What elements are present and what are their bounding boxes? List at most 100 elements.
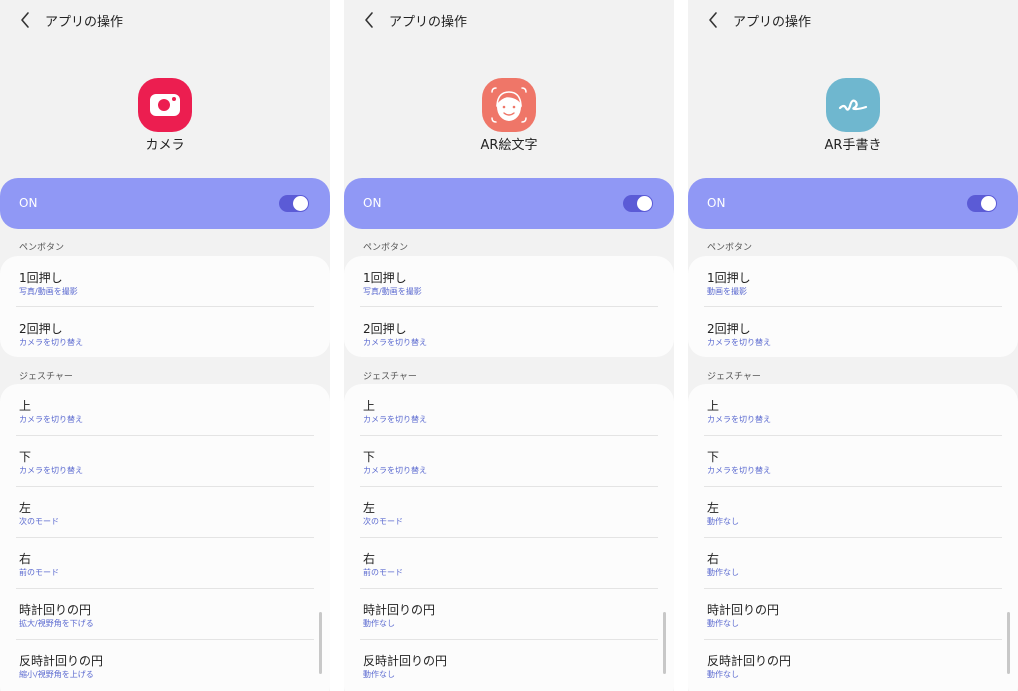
row-title: 時計回りの円 [19, 603, 92, 617]
row-subtitle: カメラを切り替え [363, 466, 427, 475]
back-arrow-icon[interactable] [18, 10, 34, 30]
row-gesture-clockwise[interactable]: 時計回りの円 動作なし [688, 588, 1018, 639]
on-label: ON [363, 196, 382, 210]
gesture-card: 上 カメラを切り替え 下 カメラを切り替え 左 次のモード 右 前のモード 時計… [344, 384, 674, 691]
row-subtitle: カメラを切り替え [19, 415, 83, 424]
row-subtitle: 次のモード [363, 517, 403, 526]
toggle-knob [981, 196, 996, 211]
row-subtitle: カメラを切り替え [363, 338, 427, 347]
row-gesture-down[interactable]: 下 カメラを切り替え [0, 435, 330, 486]
back-arrow-icon[interactable] [706, 10, 722, 30]
row-title: 時計回りの円 [363, 603, 436, 617]
on-label: ON [707, 196, 726, 210]
camera-icon [138, 78, 192, 132]
row-subtitle: 動作なし [707, 517, 739, 526]
on-toggle-bar[interactable]: ON [344, 178, 674, 229]
row-subtitle: 動作なし [707, 670, 739, 679]
row-gesture-up[interactable]: 上 カメラを切り替え [344, 384, 674, 435]
scrollbar[interactable] [663, 612, 666, 674]
pen-button-card: 1回押し 写真/動画を撮影 2回押し カメラを切り替え [344, 256, 674, 357]
pen-section-label: ペンボタン [707, 243, 753, 253]
row-subtitle: 動作なし [707, 619, 739, 628]
row-title: 上 [19, 399, 32, 413]
on-label: ON [19, 196, 38, 210]
row-subtitle: 動作なし [707, 568, 739, 577]
row-gesture-counterclockwise[interactable]: 反時計回りの円 動作なし [344, 639, 674, 690]
row-subtitle: 写真/動画を撮影 [19, 287, 78, 296]
toggle-switch[interactable] [623, 195, 653, 212]
row-subtitle: カメラを切り替え [707, 415, 771, 424]
toggle-knob [293, 196, 308, 211]
page-title: アプリの操作 [45, 15, 124, 30]
row-gesture-up[interactable]: 上 カメラを切り替え [688, 384, 1018, 435]
screen-ar-emoji: アプリの操作 AR絵文字 ON ペンボタン 1回押し 写真/動画を撮影 2回押し… [344, 0, 674, 691]
row-double-press[interactable]: 2回押し カメラを切り替え [0, 307, 330, 358]
row-double-press[interactable]: 2回押し カメラを切り替え [344, 307, 674, 358]
page-title: アプリの操作 [733, 15, 812, 30]
app-name: カメラ [145, 138, 185, 153]
on-toggle-bar[interactable]: ON [0, 178, 330, 229]
row-gesture-counterclockwise[interactable]: 反時計回りの円 動作なし [688, 639, 1018, 690]
row-subtitle: 縮小/視野角を上げる [19, 670, 94, 679]
row-double-press[interactable]: 2回押し カメラを切り替え [688, 307, 1018, 358]
gesture-section-label: ジェスチャー [707, 372, 761, 382]
row-title: 反時計回りの円 [363, 654, 448, 668]
row-title: 右 [363, 552, 376, 566]
row-gesture-right[interactable]: 右 前のモード [0, 537, 330, 588]
pen-button-card: 1回押し 写真/動画を撮影 2回押し カメラを切り替え [0, 256, 330, 357]
row-gesture-left[interactable]: 左 動作なし [688, 486, 1018, 537]
app-name: AR手書き [824, 138, 882, 153]
toggle-switch[interactable] [967, 195, 997, 212]
row-title: 時計回りの円 [707, 603, 780, 617]
row-gesture-clockwise[interactable]: 時計回りの円 拡大/視野角を下げる [0, 588, 330, 639]
row-title: 下 [363, 450, 376, 464]
on-toggle-bar[interactable]: ON [688, 178, 1018, 229]
row-gesture-right[interactable]: 右 動作なし [688, 537, 1018, 588]
row-title: 反時計回りの円 [19, 654, 104, 668]
row-title: 反時計回りの円 [707, 654, 792, 668]
row-gesture-clockwise[interactable]: 時計回りの円 動作なし [344, 588, 674, 639]
row-gesture-down[interactable]: 下 カメラを切り替え [688, 435, 1018, 486]
screen-ar-doodle: アプリの操作 AR手書き ON ペンボタン 1回押し 動画を撮影 2回押し カメ… [688, 0, 1018, 691]
header: アプリの操作 [344, 0, 674, 40]
row-subtitle: 動画を撮影 [707, 287, 747, 296]
gesture-card: 上 カメラを切り替え 下 カメラを切り替え 左 動作なし 右 動作なし 時計回り… [688, 384, 1018, 691]
gesture-card: 上 カメラを切り替え 下 カメラを切り替え 左 次のモード 右 前のモード 時計… [0, 384, 330, 691]
row-gesture-left[interactable]: 左 次のモード [344, 486, 674, 537]
gesture-section-label: ジェスチャー [19, 372, 73, 382]
pen-section-label: ペンボタン [363, 243, 409, 253]
row-title: 左 [19, 501, 32, 515]
row-single-press[interactable]: 1回押し 写真/動画を撮影 [0, 256, 330, 307]
row-subtitle: 前のモード [363, 568, 403, 577]
page-title: アプリの操作 [389, 15, 468, 30]
row-gesture-right[interactable]: 右 前のモード [344, 537, 674, 588]
row-title: 2回押し [363, 322, 407, 336]
scrollbar[interactable] [1007, 612, 1010, 674]
row-title: 1回押し [363, 271, 407, 285]
toggle-switch[interactable] [279, 195, 309, 212]
row-single-press[interactable]: 1回押し 写真/動画を撮影 [344, 256, 674, 307]
row-title: 右 [707, 552, 720, 566]
row-gesture-up[interactable]: 上 カメラを切り替え [0, 384, 330, 435]
row-subtitle: 写真/動画を撮影 [363, 287, 422, 296]
pen-button-card: 1回押し 動画を撮影 2回押し カメラを切り替え [688, 256, 1018, 357]
row-subtitle: 動作なし [363, 619, 395, 628]
toggle-knob [637, 196, 652, 211]
row-title: 左 [707, 501, 720, 515]
ar-doodle-icon [826, 78, 880, 132]
row-title: 下 [707, 450, 720, 464]
pen-section-label: ペンボタン [19, 243, 65, 253]
row-single-press[interactable]: 1回押し 動画を撮影 [688, 256, 1018, 307]
scrollbar[interactable] [319, 612, 322, 674]
row-gesture-down[interactable]: 下 カメラを切り替え [344, 435, 674, 486]
row-gesture-counterclockwise[interactable]: 反時計回りの円 縮小/視野角を上げる [0, 639, 330, 690]
row-title: 上 [707, 399, 720, 413]
row-title: 右 [19, 552, 32, 566]
row-subtitle: カメラを切り替え [707, 338, 771, 347]
row-title: 上 [363, 399, 376, 413]
row-gesture-left[interactable]: 左 次のモード [0, 486, 330, 537]
back-arrow-icon[interactable] [362, 10, 378, 30]
row-title: 2回押し [707, 322, 751, 336]
app-name: AR絵文字 [480, 138, 538, 153]
row-subtitle: カメラを切り替え [707, 466, 771, 475]
